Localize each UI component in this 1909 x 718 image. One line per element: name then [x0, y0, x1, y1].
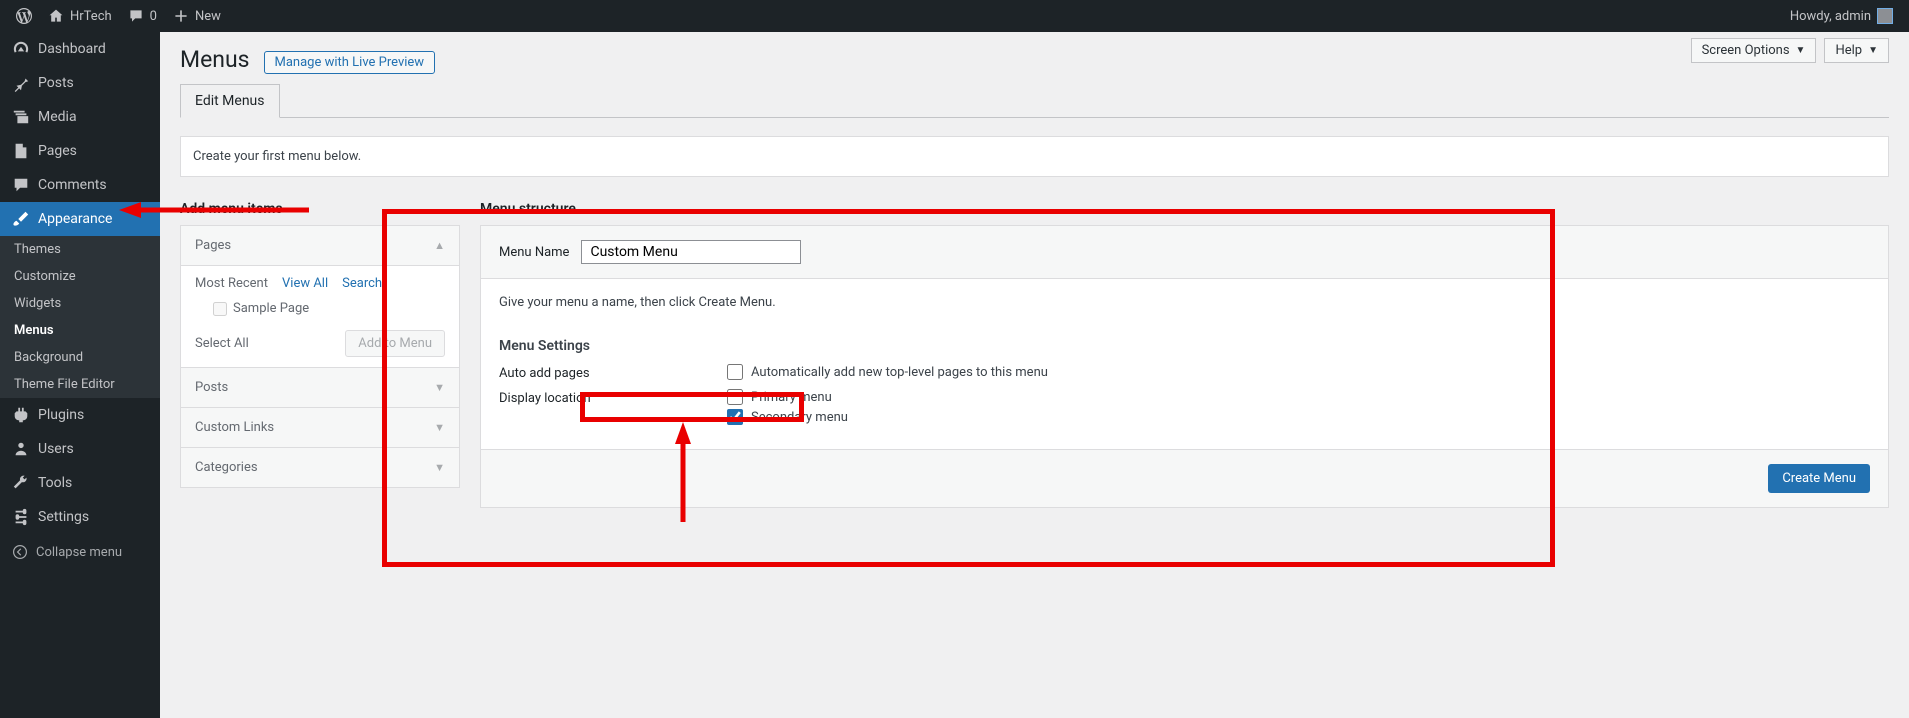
accordion-head-pages[interactable]: Pages ▲	[181, 226, 459, 266]
howdy-text: Howdy, admin	[1790, 9, 1871, 24]
submenu-widgets[interactable]: Widgets	[0, 290, 160, 317]
collapse-menu[interactable]: Collapse menu	[0, 534, 160, 570]
menu-settings-header: Menu Settings	[499, 338, 1870, 354]
checkbox-auto-add[interactable]	[727, 364, 743, 380]
checkbox-primary[interactable]	[727, 389, 743, 405]
admin-sidebar: Dashboard Posts Media Pages Comments App…	[0, 32, 160, 718]
caret-down-icon: ▼	[1868, 45, 1878, 56]
plugin-icon	[12, 406, 30, 424]
sidebar-comments[interactable]: Comments	[0, 168, 160, 202]
add-menu-items-column: Add menu items Pages ▲ Most Recent View …	[180, 201, 460, 508]
comment-icon	[128, 8, 144, 24]
brush-icon	[12, 210, 30, 228]
caret-down-icon: ▼	[434, 381, 445, 394]
tab-search[interactable]: Search	[342, 276, 382, 291]
comments-link[interactable]: 0	[120, 0, 165, 32]
wordpress-icon	[16, 8, 32, 24]
accordion-head-custom-links[interactable]: Custom Links ▼	[181, 408, 459, 448]
collapse-icon	[12, 544, 28, 560]
sidebar-tools[interactable]: Tools	[0, 466, 160, 500]
sidebar-pages[interactable]: Pages	[0, 134, 160, 168]
page-title: Menus	[180, 42, 250, 73]
submenu-background[interactable]: Background	[0, 344, 160, 371]
caret-down-icon: ▼	[434, 461, 445, 474]
plus-icon	[173, 8, 189, 24]
menu-structure-column: Menu structure Menu Name Give your menu …	[480, 201, 1889, 508]
sidebar-users[interactable]: Users	[0, 432, 160, 466]
submenu-customize[interactable]: Customize	[0, 263, 160, 290]
pages-icon	[12, 142, 30, 160]
notice: Create your first menu below.	[180, 136, 1889, 177]
site-link[interactable]: HrTech	[40, 0, 120, 32]
checkbox-secondary[interactable]	[727, 409, 743, 425]
create-menu-button[interactable]: Create Menu	[1768, 464, 1870, 493]
tools-icon	[12, 474, 30, 492]
checkbox-sample-page[interactable]	[213, 302, 227, 316]
menu-name-input[interactable]	[581, 240, 801, 264]
screen-options-button[interactable]: Screen Options▼	[1691, 38, 1817, 63]
avatar	[1877, 8, 1893, 24]
secondary-menu-option[interactable]: Secondary menu	[727, 409, 848, 425]
submenu-menus[interactable]: Menus	[0, 317, 160, 344]
structure-header: Menu structure	[480, 201, 1889, 217]
settings-icon	[12, 508, 30, 526]
wp-logo[interactable]	[8, 0, 40, 32]
live-preview-button[interactable]: Manage with Live Preview	[264, 51, 436, 74]
sidebar-posts[interactable]: Posts	[0, 66, 160, 100]
check-sample-page[interactable]: Sample Page	[213, 301, 445, 316]
admin-bar: HrTech 0 New Howdy, admin	[0, 0, 1909, 32]
tab-edit-menus[interactable]: Edit Menus	[180, 84, 280, 118]
auto-add-label: Auto add pages	[499, 364, 727, 381]
howdy-link[interactable]: Howdy, admin	[1782, 0, 1901, 32]
home-icon	[48, 8, 64, 24]
menu-name-label: Menu Name	[499, 245, 569, 260]
users-icon	[12, 440, 30, 458]
appearance-submenu: Themes Customize Widgets Menus Backgroun…	[0, 236, 160, 398]
content-area: Screen Options▼ Help▼ Menus Manage with …	[160, 32, 1909, 528]
add-to-menu-button[interactable]: Add to Menu	[345, 330, 445, 357]
structure-instruction: Give your menu a name, then click Create…	[499, 295, 1870, 310]
tab-view-all[interactable]: View All	[282, 276, 328, 291]
caret-up-icon: ▲	[434, 239, 445, 252]
sidebar-plugins[interactable]: Plugins	[0, 398, 160, 432]
accordion-head-categories[interactable]: Categories ▼	[181, 448, 459, 487]
caret-down-icon: ▼	[1796, 45, 1806, 56]
new-link[interactable]: New	[165, 0, 229, 32]
new-label: New	[195, 9, 221, 24]
select-all-link[interactable]: Select All	[195, 336, 249, 351]
comments-icon	[12, 176, 30, 194]
sidebar-settings[interactable]: Settings	[0, 500, 160, 534]
site-name: HrTech	[70, 9, 112, 24]
sidebar-dashboard[interactable]: Dashboard	[0, 32, 160, 66]
submenu-themes[interactable]: Themes	[0, 236, 160, 263]
dashboard-icon	[12, 40, 30, 58]
sidebar-appearance[interactable]: Appearance	[0, 202, 160, 236]
pin-icon	[12, 74, 30, 92]
submenu-theme-editor[interactable]: Theme File Editor	[0, 371, 160, 398]
display-location-label: Display location	[499, 389, 727, 406]
auto-add-option[interactable]: Automatically add new top-level pages to…	[727, 364, 1048, 380]
accordion-pages: Pages ▲ Most Recent View All Search Samp…	[180, 225, 460, 488]
tab-most-recent[interactable]: Most Recent	[195, 276, 268, 291]
accordion-head-posts[interactable]: Posts ▼	[181, 368, 459, 408]
add-items-header: Add menu items	[180, 201, 460, 217]
caret-down-icon: ▼	[434, 421, 445, 434]
tab-wrapper: Edit Menus	[180, 84, 1889, 118]
primary-menu-option[interactable]: Primary menu	[727, 389, 848, 405]
sidebar-media[interactable]: Media	[0, 100, 160, 134]
help-button[interactable]: Help▼	[1824, 38, 1889, 63]
media-icon	[12, 108, 30, 126]
comments-count: 0	[150, 9, 157, 24]
